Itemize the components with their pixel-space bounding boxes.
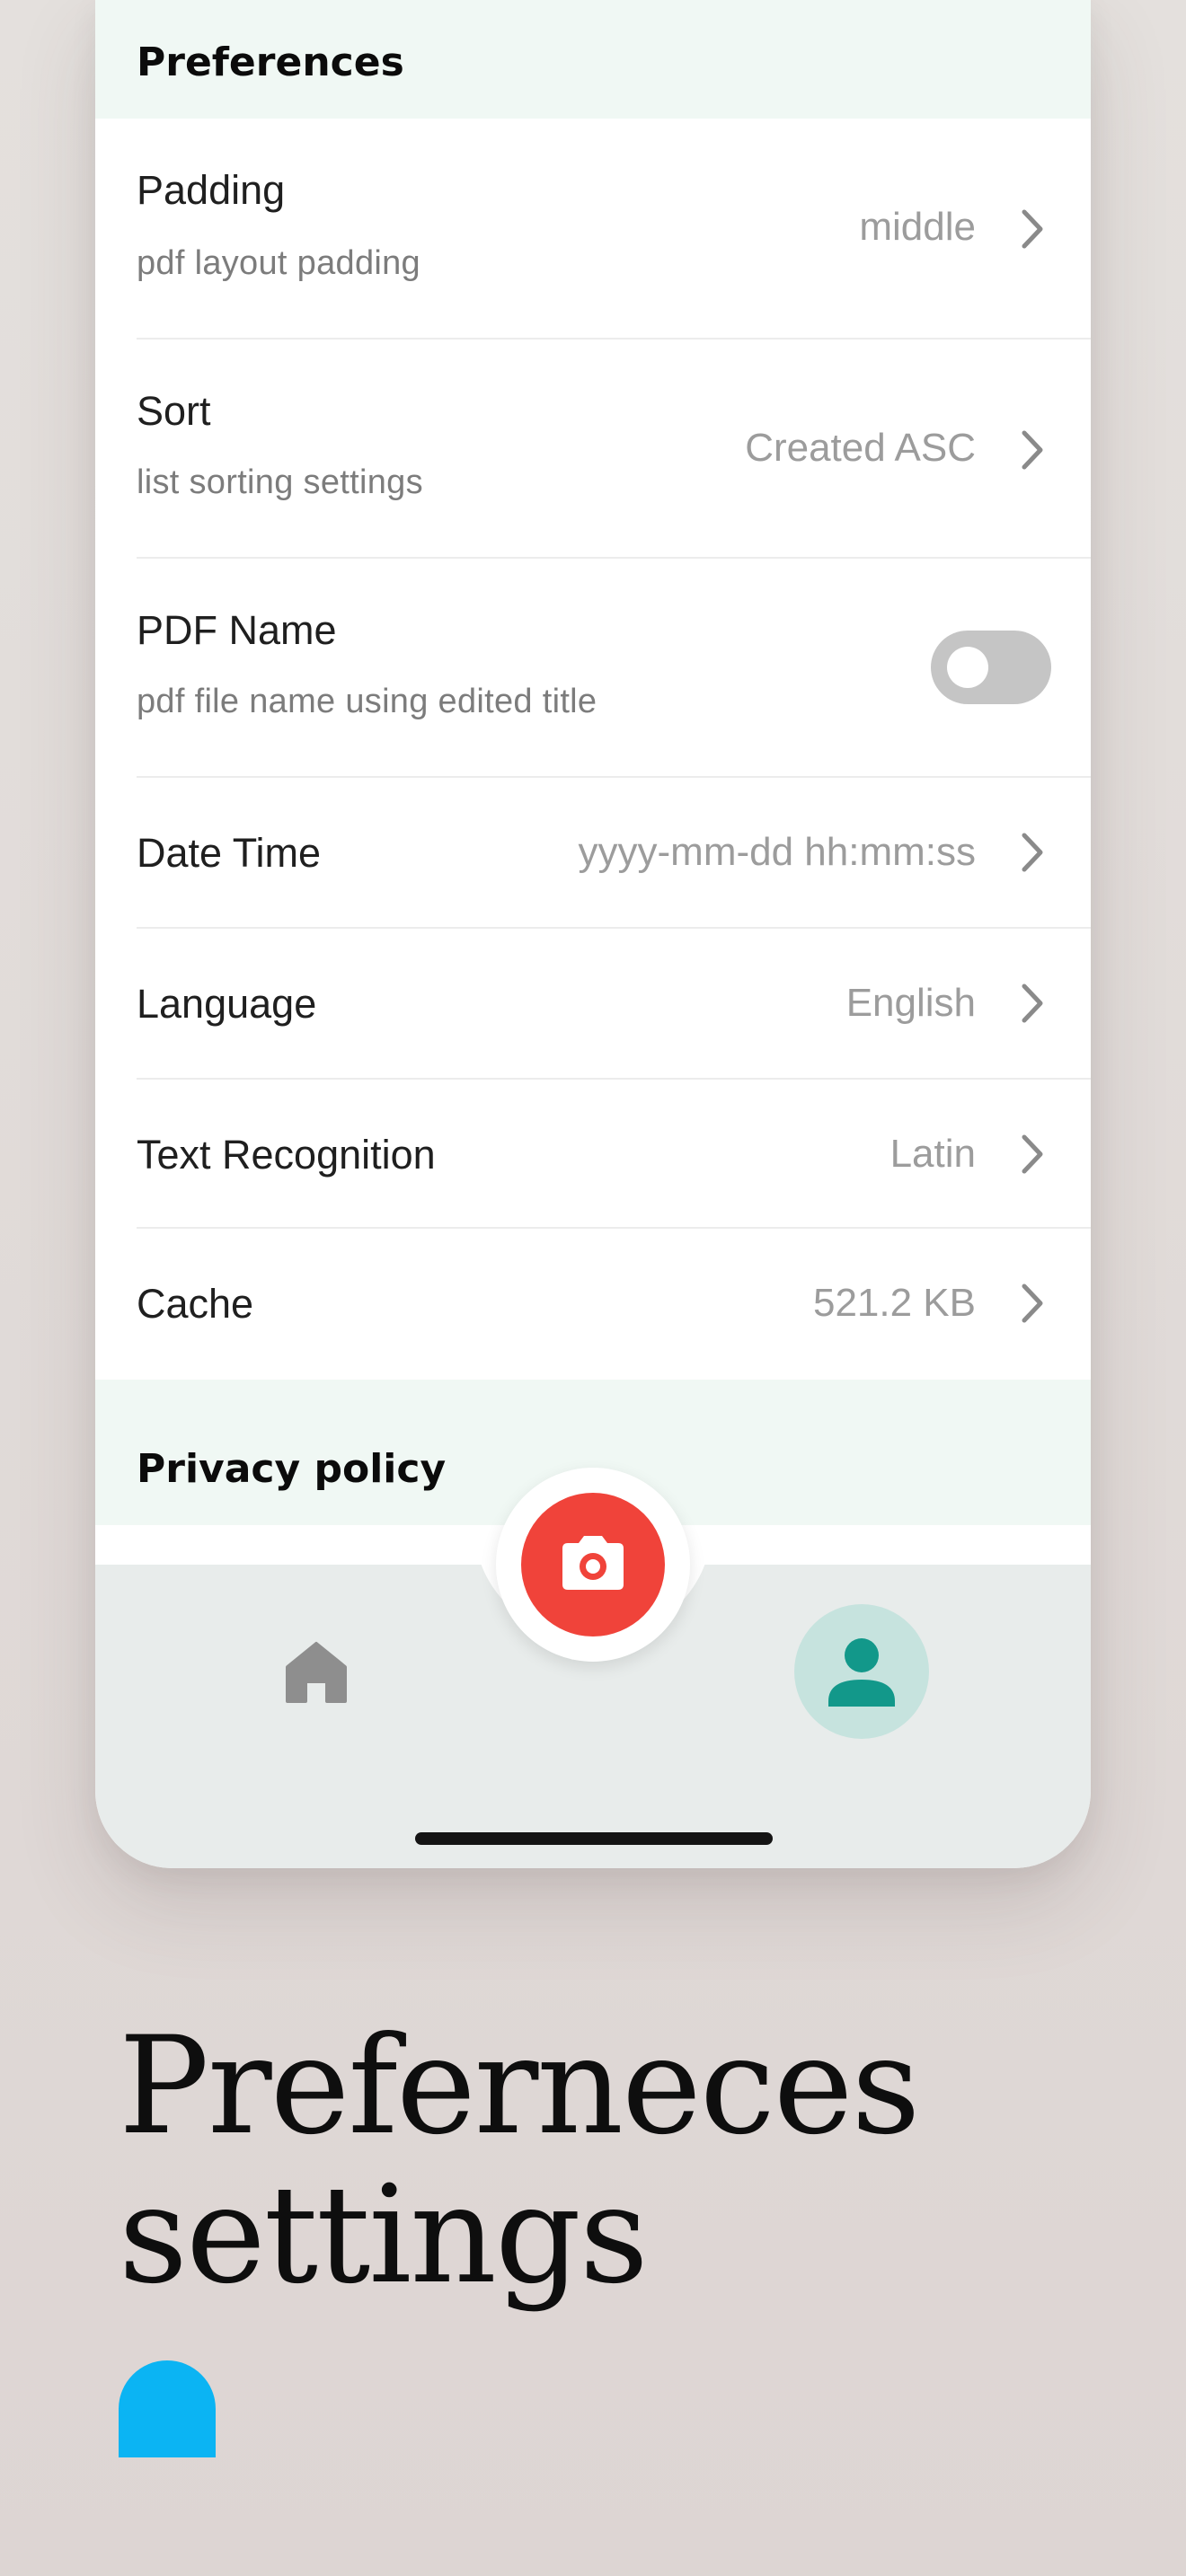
settings-row-cache[interactable]: Cache 521.2 KB (95, 1229, 1091, 1380)
chevron-right-icon (1022, 984, 1043, 1023)
settings-row-padding[interactable]: Padding pdf layout padding middle (95, 119, 1091, 340)
row-value: English (845, 981, 976, 1025)
settings-row-date-time[interactable]: Date Time yyyy-mm-dd hh:mm:ss (95, 778, 1091, 929)
row-value: middle (859, 205, 976, 249)
home-icon (286, 1642, 347, 1703)
row-subtitle: pdf file name using edited title (137, 683, 597, 720)
row-title: Cache (137, 1281, 254, 1327)
marketing-caption: Preferneces settings (119, 2008, 921, 2314)
settings-row-language[interactable]: Language English (95, 929, 1091, 1080)
row-title: Date Time (137, 830, 322, 876)
toggle-knob (947, 647, 988, 688)
settings-row-text-recognition[interactable]: Text Recognition Latin (95, 1080, 1091, 1229)
camera-button[interactable] (521, 1493, 665, 1636)
row-title: PDF Name (137, 607, 337, 653)
tab-home[interactable] (280, 1636, 352, 1708)
settings-row-pdf-name: PDF Name pdf file name using edited titl… (95, 559, 1091, 778)
row-subtitle: pdf layout padding (137, 244, 420, 282)
chevron-right-icon (1022, 430, 1043, 470)
tab-profile[interactable] (794, 1604, 929, 1739)
row-subtitle: list sorting settings (137, 463, 423, 501)
row-title: Language (137, 981, 317, 1027)
settings-row-sort[interactable]: Sort list sorting settings Created ASC (95, 340, 1091, 559)
row-title: Sort (137, 388, 211, 434)
accent-shape (119, 2360, 216, 2457)
row-value: Created ASC (745, 426, 976, 470)
row-value: yyyy-mm-dd hh:mm:ss (578, 830, 976, 874)
chevron-right-icon (1022, 1134, 1043, 1174)
pdf-name-toggle[interactable] (931, 631, 1051, 704)
row-value: Latin (890, 1132, 976, 1176)
home-indicator (415, 1832, 773, 1845)
chevron-right-icon (1022, 1284, 1043, 1323)
row-title: Text Recognition (137, 1132, 436, 1178)
privacy-section-title: Privacy policy (137, 1446, 447, 1492)
caption-line-2: settings (119, 2157, 649, 2314)
chevron-right-icon (1022, 833, 1043, 872)
camera-icon (562, 1536, 624, 1590)
chevron-right-icon (1022, 209, 1043, 249)
preferences-section-header: Preferences (95, 0, 1091, 119)
row-title: Padding (137, 167, 286, 213)
person-icon (828, 1638, 895, 1707)
phone-screen: Preferences Padding pdf layout padding m… (95, 0, 1091, 1868)
preferences-section-title: Preferences (137, 40, 404, 85)
caption-line-1: Preferneces (119, 2008, 921, 2165)
row-value: 521.2 KB (812, 1281, 976, 1325)
